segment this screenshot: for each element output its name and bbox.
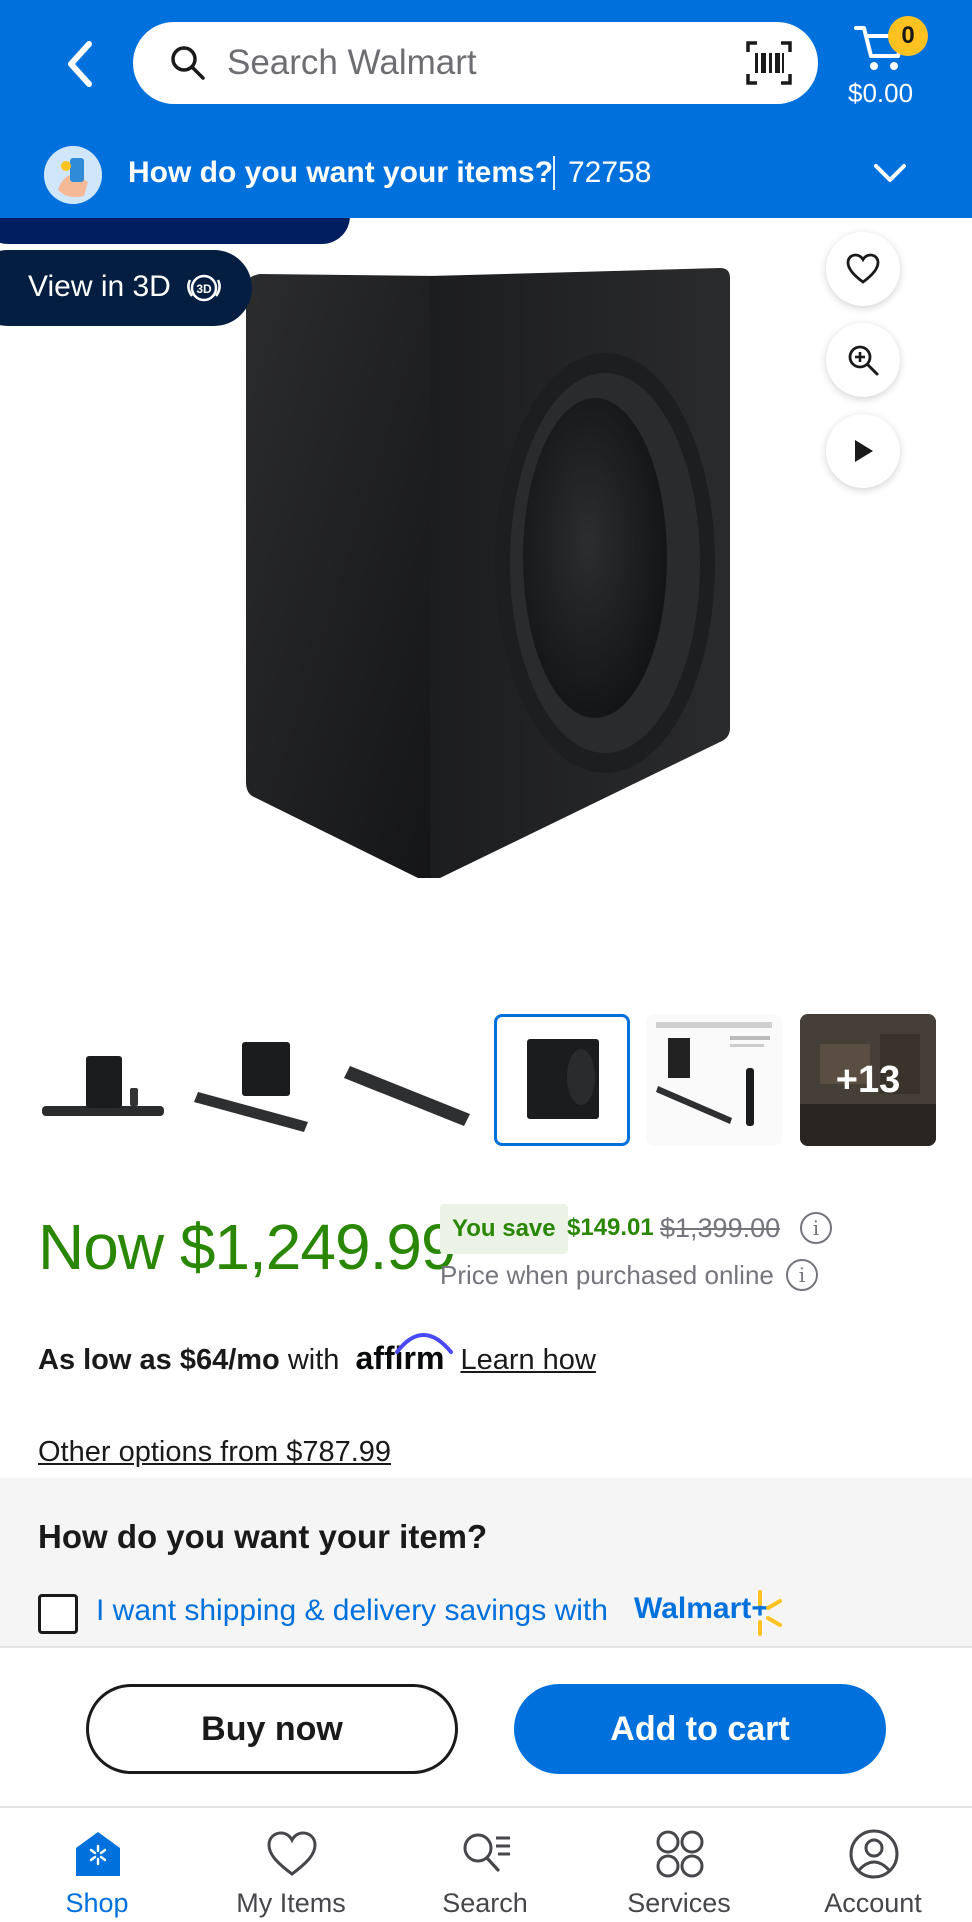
nav-label: Account bbox=[824, 1888, 922, 1918]
nav-label: Services bbox=[627, 1888, 731, 1918]
current-price: Now $1,249.99 bbox=[38, 1211, 457, 1283]
decorative-pill bbox=[0, 218, 350, 244]
cart-button[interactable]: 0 $0.00 bbox=[840, 14, 960, 114]
product-image-gallery[interactable]: View in 3D 3D bbox=[0, 218, 972, 988]
delivery-zip: 72758 bbox=[568, 156, 652, 189]
thumbnail-strip: +13 bbox=[0, 1010, 972, 1150]
thumbnail-5[interactable] bbox=[646, 1014, 782, 1146]
delivery-avatar-icon bbox=[44, 146, 102, 204]
svg-text:3D: 3D bbox=[196, 282, 212, 296]
favorite-button[interactable] bbox=[826, 232, 900, 306]
barcode-scan-icon[interactable] bbox=[745, 40, 793, 86]
more-images-count: +13 bbox=[835, 1058, 901, 1101]
shop-icon bbox=[76, 1832, 120, 1876]
search-icon bbox=[463, 1833, 510, 1872]
price-note: Price when purchased online bbox=[440, 1260, 774, 1290]
thumbnail-2[interactable] bbox=[188, 1014, 324, 1146]
top-header: Search Walmart 0 $0.00 How do you want y… bbox=[0, 0, 972, 218]
play-video-button[interactable] bbox=[826, 414, 900, 488]
search-icon bbox=[171, 46, 205, 80]
thumbnail-1[interactable] bbox=[34, 1014, 170, 1146]
learn-how-link[interactable]: Learn how bbox=[460, 1344, 595, 1376]
save-amount: $149.01 bbox=[567, 1214, 654, 1241]
fulfillment-title: How do you want your item? bbox=[38, 1518, 488, 1555]
search-input[interactable]: Search Walmart bbox=[133, 22, 818, 104]
zoom-in-icon bbox=[848, 345, 879, 376]
affirm-logo: affirm bbox=[355, 1333, 454, 1377]
purchase-action-bar: Buy now Add to cart bbox=[0, 1646, 972, 1806]
play-icon bbox=[855, 440, 873, 462]
nav-account[interactable]: Account bbox=[776, 1808, 970, 1922]
zoom-button[interactable] bbox=[826, 323, 900, 397]
thumbnail-4-selected[interactable] bbox=[494, 1014, 630, 1146]
account-icon bbox=[849, 1829, 899, 1879]
buy-now-button[interactable]: Buy now bbox=[86, 1684, 458, 1774]
product-image-subwoofer bbox=[246, 268, 730, 878]
nav-shop[interactable]: Shop bbox=[0, 1808, 194, 1922]
search-placeholder: Search Walmart bbox=[227, 43, 477, 82]
cart-count-badge: 0 bbox=[888, 16, 928, 56]
you-save-badge: You save bbox=[440, 1204, 568, 1254]
3d-view-icon: 3D bbox=[187, 274, 221, 302]
affirm-arc-icon bbox=[395, 1333, 454, 1354]
delivery-question: How do you want your items? bbox=[128, 156, 554, 189]
financing-line: As low as $64/mo with affirm Learn how bbox=[38, 1333, 596, 1377]
nav-my-items[interactable]: My Items bbox=[194, 1808, 388, 1922]
walmart-plus-checkbox[interactable] bbox=[38, 1594, 78, 1634]
info-icon[interactable]: i bbox=[800, 1212, 832, 1244]
was-price: $1,399.00 bbox=[660, 1213, 781, 1243]
financing-prefix: As low as bbox=[38, 1344, 180, 1376]
chevron-down-icon bbox=[874, 164, 906, 182]
heart-icon bbox=[846, 253, 880, 284]
other-options-link[interactable]: Other options from $787.99 bbox=[38, 1436, 391, 1469]
cart-total: $0.00 bbox=[848, 78, 914, 108]
nav-label: My Items bbox=[236, 1888, 346, 1918]
back-button[interactable] bbox=[56, 34, 104, 94]
nav-search[interactable]: Search bbox=[388, 1808, 582, 1922]
financing-with: with bbox=[279, 1344, 340, 1376]
thumbnail-more[interactable]: +13 bbox=[800, 1014, 936, 1146]
nav-label: Search bbox=[442, 1888, 528, 1918]
add-to-cart-button[interactable]: Add to cart bbox=[514, 1684, 886, 1774]
spark-icon bbox=[758, 1590, 782, 1636]
delivery-divider bbox=[553, 156, 555, 190]
info-icon[interactable]: i bbox=[786, 1259, 818, 1291]
view-in-3d-button[interactable]: View in 3D 3D bbox=[0, 250, 252, 326]
chevron-left-icon bbox=[68, 41, 92, 87]
walmart-plus-text[interactable]: I want shipping & delivery savings with bbox=[96, 1594, 608, 1628]
thumbnail-3[interactable] bbox=[342, 1014, 478, 1146]
financing-monthly: $64/mo bbox=[179, 1344, 280, 1376]
delivery-selector[interactable]: How do you want your items? 72758 bbox=[0, 130, 972, 218]
fulfillment-section: How do you want your item? I want shippi… bbox=[0, 1478, 972, 1648]
nav-label: Shop bbox=[65, 1888, 129, 1918]
view-in-3d-label: View in 3D bbox=[28, 270, 171, 303]
services-grid-icon bbox=[656, 1830, 704, 1878]
nav-services[interactable]: Services bbox=[582, 1808, 776, 1922]
heart-icon bbox=[267, 1831, 317, 1876]
bottom-navigation: Shop My Items Search Services Account bbox=[0, 1806, 972, 1920]
